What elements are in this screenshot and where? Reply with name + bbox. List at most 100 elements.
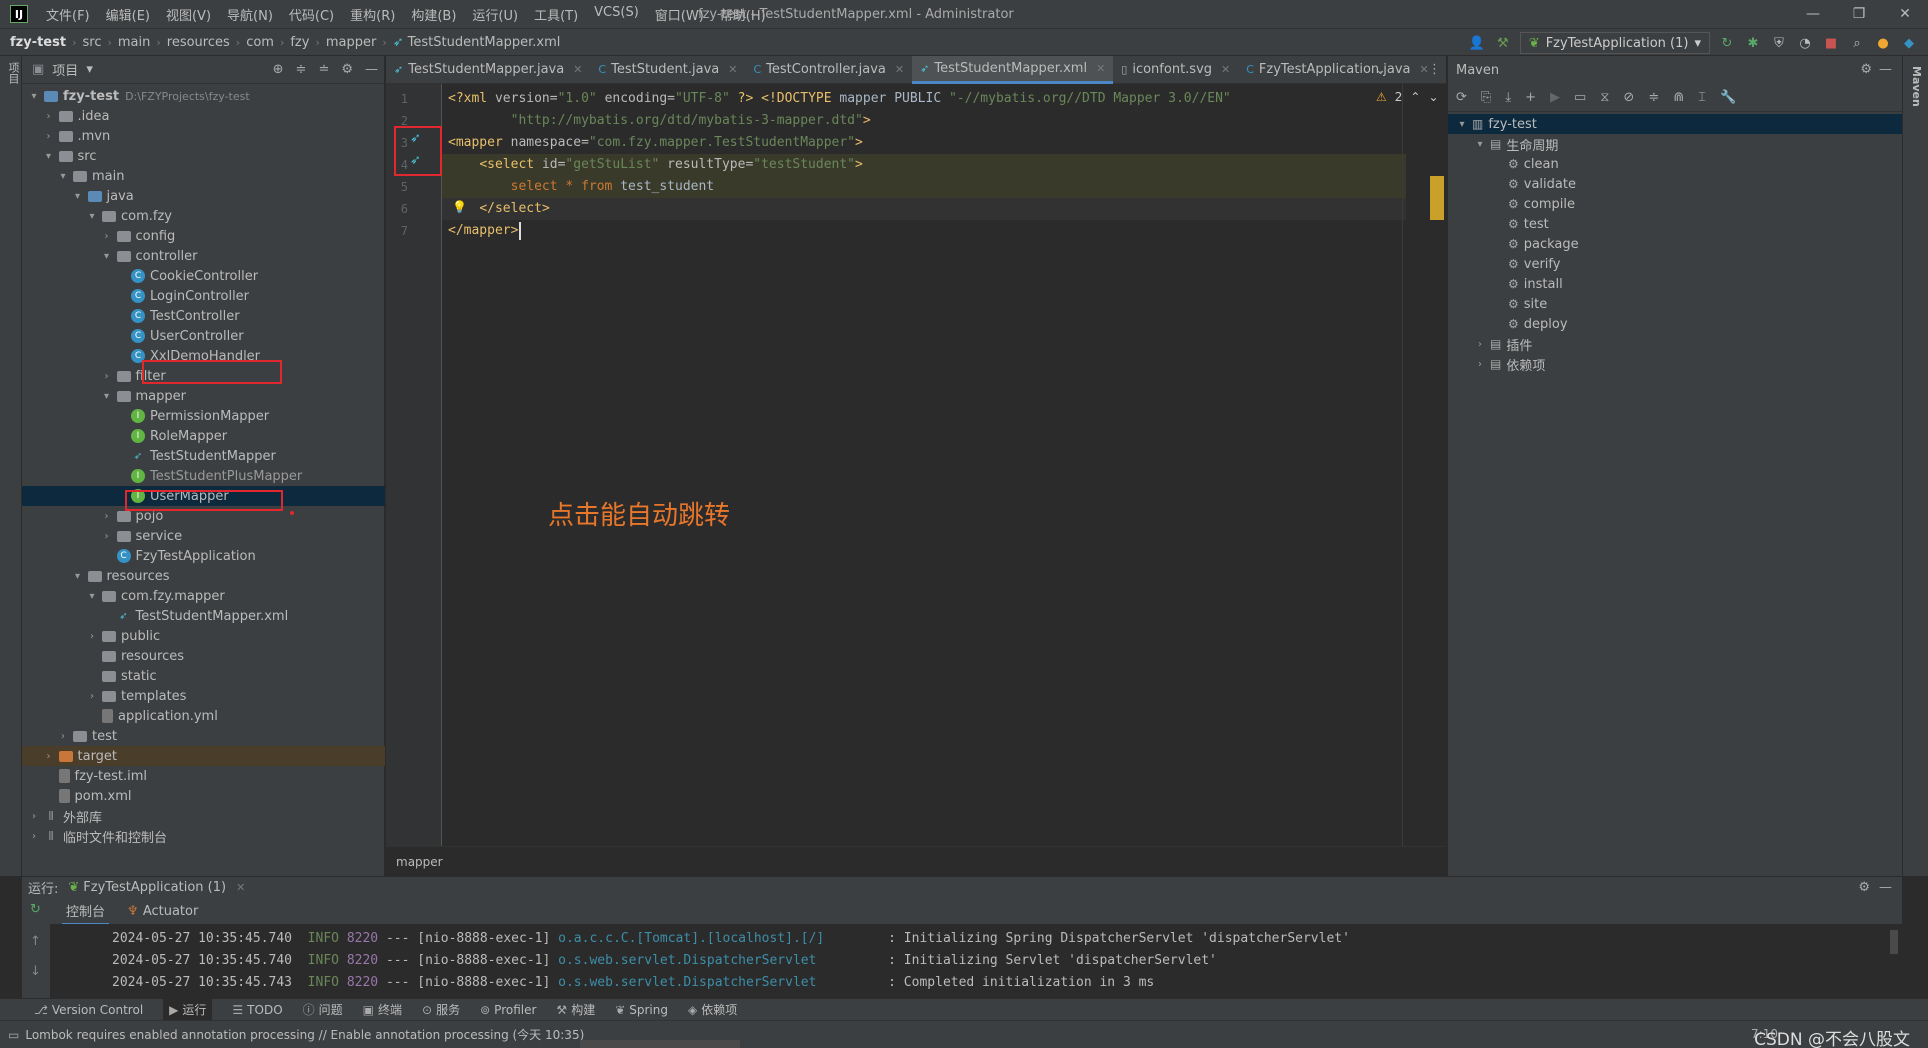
console-scrollbar[interactable]: [1890, 930, 1898, 954]
chevron-up-icon[interactable]: ⌃: [1410, 90, 1420, 104]
tree-item[interactable]: ▾ main: [22, 166, 385, 186]
tree-item[interactable]: ▾ controller: [22, 246, 385, 266]
rerun-icon[interactable]: ↻: [30, 902, 41, 917]
maven-tree-item[interactable]: ⚙ package: [1448, 234, 1903, 254]
gear-icon[interactable]: ⚙: [1860, 62, 1872, 77]
maven-tree-item[interactable]: › ▤ 依赖项: [1448, 354, 1903, 374]
menu-item[interactable]: 文件(F): [38, 5, 98, 24]
tree-item[interactable]: ➶ TestStudentMapper: [22, 446, 385, 466]
maven-tree-item[interactable]: ⚙ test: [1448, 214, 1903, 234]
chevron-down-icon[interactable]: ▾: [1474, 139, 1486, 150]
chevron-right-icon[interactable]: ›: [86, 631, 98, 642]
menu-item[interactable]: 编辑(E): [98, 5, 158, 24]
breadcrumb-item[interactable]: fzy: [290, 35, 309, 50]
run-icon[interactable]: ▶: [1550, 90, 1560, 105]
tree-item[interactable]: C CookieController: [22, 266, 385, 286]
breadcrumb-item[interactable]: main: [118, 35, 150, 50]
tree-item[interactable]: I PermissionMapper: [22, 406, 385, 426]
breadcrumb-item[interactable]: mapper: [326, 35, 376, 50]
rerun-icon[interactable]: ↻: [1718, 34, 1736, 52]
toggle-offline-icon[interactable]: ⧖: [1600, 90, 1609, 105]
tree-item[interactable]: C FzyTestApplication: [22, 546, 385, 566]
tree-item[interactable]: application.yml: [22, 706, 385, 726]
collapse-icon[interactable]: ≑: [1648, 90, 1659, 105]
breadcrumb-item[interactable]: fzy-test: [10, 35, 66, 50]
gear-icon[interactable]: ⚙: [1858, 880, 1870, 895]
breadcrumb-item[interactable]: mapper: [396, 855, 443, 869]
generate-sources-icon[interactable]: ⎘: [1481, 90, 1491, 105]
show-icon[interactable]: ⌶: [1698, 90, 1706, 105]
profile-icon[interactable]: ◔: [1796, 34, 1814, 52]
chevron-down-icon[interactable]: ▾: [72, 571, 84, 582]
editor-tab[interactable]: ➶ TestStudentMapper.xml ✕: [912, 55, 1114, 84]
maven-tree-item[interactable]: ⚙ clean: [1448, 154, 1903, 174]
tool-window-button[interactable]: ☰ TODO: [232, 1003, 282, 1017]
tool-window-button[interactable]: ⓘ 问题: [303, 1001, 343, 1018]
chevron-right-icon[interactable]: ›: [101, 231, 113, 242]
chevron-down-icon[interactable]: ▾: [86, 591, 98, 602]
download-icon[interactable]: ⤓: [1505, 90, 1511, 105]
tree-item[interactable]: › .mvn: [22, 126, 385, 146]
chevron-down-icon[interactable]: ▾: [43, 151, 55, 162]
chevron-right-icon[interactable]: ›: [1474, 339, 1486, 350]
breadcrumb-item[interactable]: TestStudentMapper.xml: [408, 35, 561, 50]
close-icon[interactable]: ✕: [573, 63, 582, 76]
wrench-icon[interactable]: 🔧: [1720, 90, 1736, 105]
breadcrumb-item[interactable]: resources: [167, 35, 230, 50]
build-hammer-icon[interactable]: ⚒: [1494, 34, 1512, 52]
maven-tree-item[interactable]: ⚙ deploy: [1448, 314, 1903, 334]
close-icon[interactable]: ✕: [1221, 63, 1230, 76]
project-tool-label[interactable]: 项目: [5, 62, 21, 84]
chevron-right-icon[interactable]: ›: [28, 831, 40, 842]
plugin-icon[interactable]: ◆: [1900, 34, 1918, 52]
tree-item[interactable]: pom.xml: [22, 786, 385, 806]
hide-icon[interactable]: —: [1879, 880, 1892, 895]
project-panel-title[interactable]: 项目: [52, 60, 78, 79]
maven-tree-item[interactable]: ▾ ▤ 生命周期: [1448, 134, 1903, 154]
chevron-down-icon[interactable]: ▾: [28, 91, 40, 102]
maven-tree-item[interactable]: ⚙ verify: [1448, 254, 1903, 274]
editor-tab[interactable]: C TestStudent.java ✕: [590, 56, 745, 84]
tab-actuator[interactable]: ♆ Actuator: [127, 904, 198, 919]
tree-item[interactable]: fzy-test.iml: [22, 766, 385, 786]
collapse-all-icon[interactable]: ≐: [318, 62, 329, 77]
chevron-down-icon[interactable]: ▾: [86, 211, 98, 222]
close-icon[interactable]: ✕: [236, 881, 245, 894]
maven-tree-item[interactable]: ⚙ site: [1448, 294, 1903, 314]
chevron-down-icon[interactable]: ▾: [72, 191, 84, 202]
user-icon[interactable]: 👤: [1468, 34, 1486, 52]
tree-item[interactable]: ➶ TestStudentMapper.xml: [22, 606, 385, 626]
chevron-right-icon[interactable]: ›: [28, 811, 40, 822]
menu-item[interactable]: 导航(N): [219, 5, 281, 24]
locate-icon[interactable]: ⊕: [273, 62, 284, 77]
tree-item[interactable]: ▾ com.fzy.mapper: [22, 586, 385, 606]
tree-item[interactable]: ▾ com.fzy: [22, 206, 385, 226]
menu-item[interactable]: 重构(R): [342, 5, 403, 24]
hide-icon[interactable]: —: [1879, 62, 1892, 77]
chevron-right-icon[interactable]: ›: [86, 691, 98, 702]
hide-icon[interactable]: —: [365, 62, 378, 77]
tree-item[interactable]: › service: [22, 526, 385, 546]
close-icon[interactable]: ✕: [1096, 62, 1105, 75]
tool-window-button[interactable]: ◈ 依赖项: [688, 1001, 737, 1018]
tree-item[interactable]: ▾ resources: [22, 566, 385, 586]
search-icon[interactable]: ⌕: [1848, 34, 1866, 52]
breadcrumb-item[interactable]: src: [82, 35, 101, 50]
editor-tab[interactable]: C FzyTestApplication.java ✕: [1238, 56, 1437, 84]
skip-tests-icon[interactable]: ⊘: [1623, 90, 1634, 105]
add-icon[interactable]: +: [1525, 90, 1536, 105]
maven-tree-item[interactable]: › ▤ 插件: [1448, 334, 1903, 354]
more-icon[interactable]: ⋮: [1428, 62, 1441, 77]
run-config-select[interactable]: ❦ FzyTestApplication (1) ▾: [1519, 32, 1710, 54]
tool-window-button[interactable]: ⊙ 服务: [422, 1001, 460, 1018]
menu-item[interactable]: 工具(T): [526, 5, 586, 24]
chevron-down-icon[interactable]: ⌄: [1428, 90, 1438, 104]
maven-tree-item[interactable]: ⚙ validate: [1448, 174, 1903, 194]
chevron-right-icon[interactable]: ›: [43, 111, 55, 122]
tree-item[interactable]: › templates: [22, 686, 385, 706]
maven-tree-item[interactable]: ▾ ▥ fzy-test: [1448, 114, 1903, 134]
chevron-right-icon[interactable]: ›: [43, 131, 55, 142]
tree-item[interactable]: resources: [22, 646, 385, 666]
tree-item[interactable]: › ⫼ 外部库: [22, 806, 385, 826]
chevron-right-icon[interactable]: ›: [57, 731, 69, 742]
